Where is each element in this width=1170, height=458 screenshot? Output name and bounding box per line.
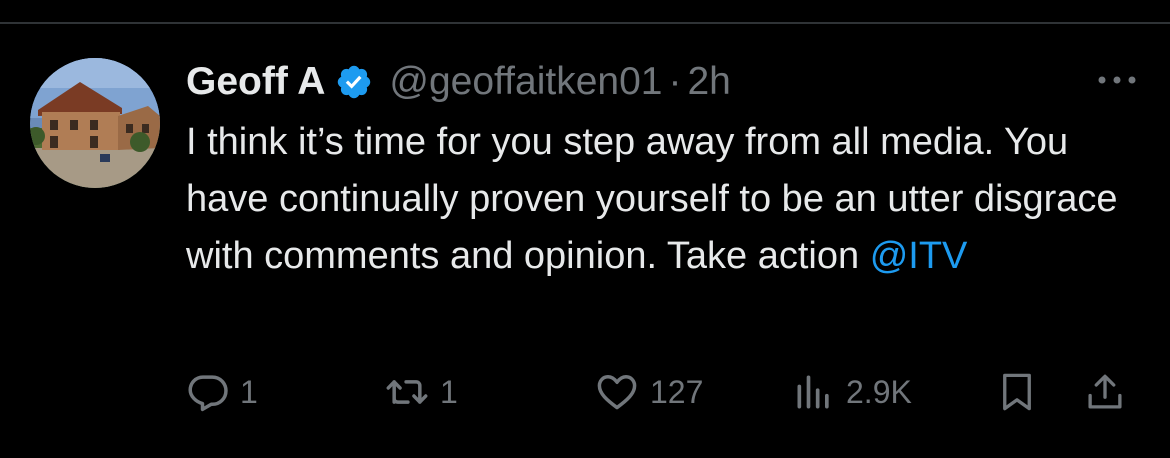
- bookmark-button[interactable]: [996, 362, 1038, 422]
- timestamp[interactable]: 2h: [687, 60, 730, 104]
- tweet-text-content: I think it’s time for you step away from…: [186, 121, 1118, 277]
- views-icon: [792, 370, 836, 414]
- share-icon: [1084, 369, 1126, 415]
- avatar[interactable]: [30, 58, 160, 188]
- reply-icon: [186, 370, 230, 414]
- reply-button[interactable]: 1: [186, 362, 258, 422]
- views-button[interactable]: 2.9K: [792, 362, 912, 422]
- tweet[interactable]: Geoff A @geoffaitken01 · 2h I think it’s…: [0, 0, 1170, 458]
- mention-link[interactable]: @ITV: [870, 235, 968, 277]
- verified-badge-icon: [335, 63, 373, 101]
- action-bar: 1 1 127 2.9K: [186, 362, 1146, 422]
- reply-count: 1: [240, 373, 258, 410]
- more-icon[interactable]: [1094, 62, 1140, 98]
- like-button[interactable]: 127: [594, 362, 703, 422]
- retweet-button[interactable]: 1: [384, 362, 458, 422]
- share-button[interactable]: [1084, 362, 1126, 422]
- heart-icon: [594, 370, 640, 414]
- tweet-text: I think it’s time for you step away from…: [186, 114, 1146, 285]
- retweet-icon: [384, 370, 430, 414]
- bookmark-icon: [996, 369, 1038, 415]
- like-count: 127: [650, 373, 704, 410]
- view-count: 2.9K: [846, 373, 912, 410]
- avatar-image: [30, 58, 160, 188]
- handle[interactable]: @geoffaitken01: [389, 60, 662, 104]
- display-name[interactable]: Geoff A: [186, 60, 325, 104]
- tweet-header: Geoff A @geoffaitken01 · 2h: [186, 54, 731, 110]
- separator-dot: ·: [668, 60, 682, 103]
- retweet-count: 1: [440, 373, 458, 410]
